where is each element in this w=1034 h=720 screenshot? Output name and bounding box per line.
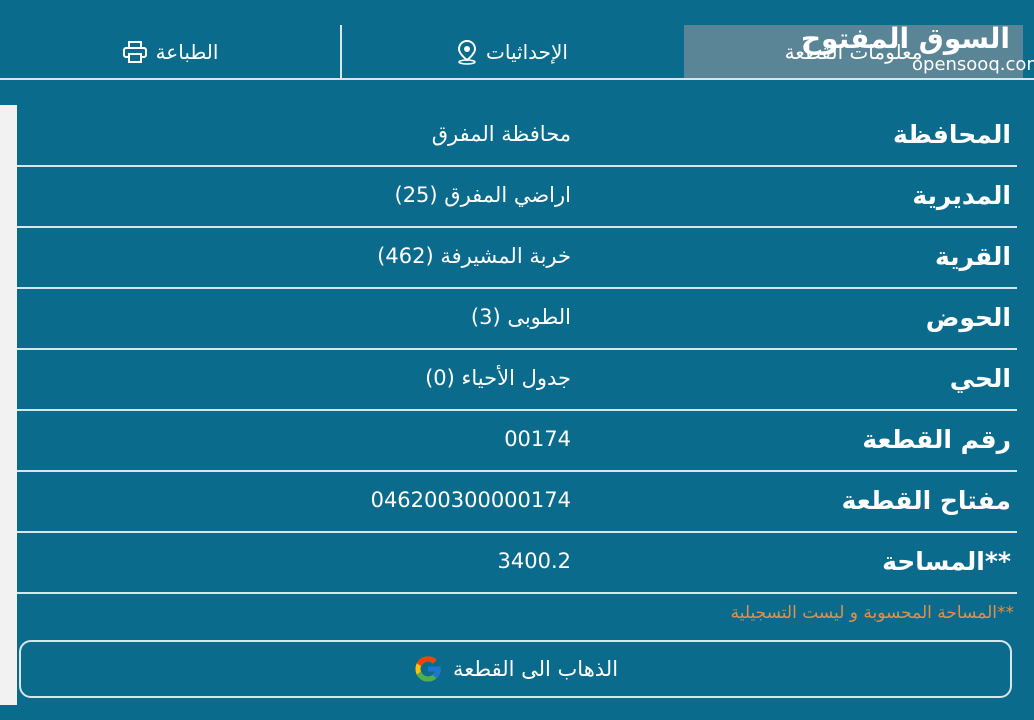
tab-coordinates[interactable]: الإحداثيات bbox=[342, 25, 682, 78]
detail-label: رقم القطعة bbox=[862, 425, 1011, 454]
tab-print-label: الطباعة bbox=[155, 39, 219, 64]
detail-row-directorate: المديرية اراضي المفرق (25) bbox=[17, 167, 1017, 228]
left-panel-edge bbox=[0, 105, 17, 705]
detail-value: الطوبى (3) bbox=[470, 305, 571, 329]
detail-row-governorate: المحافظة محافظة المفرق bbox=[17, 106, 1017, 167]
detail-label: الحوض bbox=[925, 303, 1011, 332]
detail-label: الحي bbox=[949, 364, 1011, 393]
google-icon bbox=[413, 654, 443, 684]
detail-label: **المساحة bbox=[882, 547, 1011, 576]
detail-label: القرية bbox=[934, 242, 1011, 271]
tab-coordinates-label: الإحداثيات bbox=[486, 39, 568, 64]
detail-value: محافظة المفرق bbox=[431, 122, 571, 146]
detail-value: اراضي المفرق (25) bbox=[394, 183, 571, 207]
detail-row-plot-number: رقم القطعة 00174 bbox=[17, 411, 1017, 472]
plot-details-table: المحافظة محافظة المفرق المديرية اراضي ال… bbox=[17, 106, 1017, 594]
location-pin-icon bbox=[456, 39, 478, 65]
detail-value: جدول الأحياء (0) bbox=[425, 366, 571, 390]
logo-arabic-text: السوق المفتوح bbox=[800, 22, 1010, 55]
detail-value: 00174 bbox=[504, 427, 571, 451]
area-footnote: **المساحة المحسوبة و ليست التسجيلية bbox=[730, 603, 1014, 623]
go-to-plot-label: الذهاب الى القطعة bbox=[452, 657, 619, 681]
printer-icon bbox=[122, 40, 148, 64]
detail-row-village: القرية خربة المشيرفة (462) bbox=[17, 228, 1017, 289]
detail-label: المديرية bbox=[912, 181, 1011, 210]
logo-english-text: opensooq.com bbox=[912, 54, 1034, 75]
detail-label: مفتاح القطعة bbox=[841, 486, 1011, 515]
detail-label: المحافظة bbox=[892, 120, 1011, 149]
go-to-plot-button[interactable]: الذهاب الى القطعة bbox=[19, 640, 1012, 698]
detail-value: خربة المشيرفة (462) bbox=[377, 244, 571, 268]
opensooq-logo: السوق المفتوح opensooq.com bbox=[801, 22, 1034, 80]
detail-row-basin: الحوض الطوبى (3) bbox=[17, 289, 1017, 350]
detail-row-plot-key: مفتاح القطعة 046200300000174 bbox=[17, 472, 1017, 533]
detail-row-area: **المساحة 3400.2 bbox=[17, 533, 1017, 594]
detail-value: 3400.2 bbox=[497, 549, 571, 573]
tab-print[interactable]: الطباعة bbox=[0, 25, 340, 78]
detail-value: 046200300000174 bbox=[370, 488, 571, 512]
detail-row-neighborhood: الحي جدول الأحياء (0) bbox=[17, 350, 1017, 411]
